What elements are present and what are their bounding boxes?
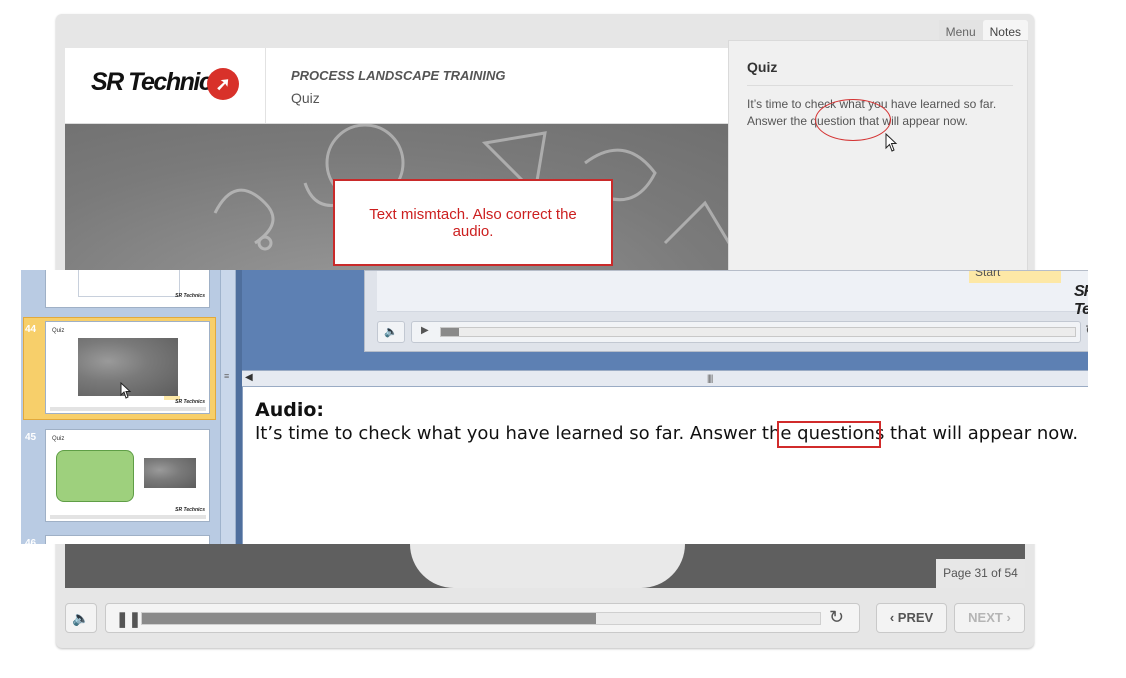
start-button-preview: Start — [969, 270, 1061, 283]
scroll-grip-icon[interactable]: ≡ — [224, 372, 232, 388]
speaker-notes-pane[interactable]: Audio: It’s time to check what you have … — [242, 387, 1088, 544]
notes-divider — [747, 85, 1013, 86]
chevron-right-icon: › — [1006, 610, 1011, 625]
replay-icon[interactable]: ↻ — [829, 607, 844, 628]
preview-logo: SR Te — [1074, 283, 1088, 318]
next-label: NEXT — [968, 610, 1003, 625]
progress-fill — [142, 613, 597, 624]
notes-panel: Quiz It’s time to check what you have le… — [728, 40, 1028, 282]
course-subtitle: Quiz — [291, 90, 320, 106]
preview-progress-fill — [441, 328, 459, 336]
prev-label: PREV — [897, 610, 934, 625]
thumb-logo: SR Technics — [175, 293, 205, 299]
powerpoint-window: SR Technics 44 Quiz SR Technics 45 Quiz … — [21, 270, 1088, 544]
pane-scrollbar[interactable]: ≡ — [220, 270, 236, 544]
thumb-title: Quiz — [52, 328, 65, 334]
volume-button[interactable]: 🔈 — [65, 603, 97, 633]
logo-area: SR Technics ➚ — [65, 48, 266, 123]
mouse-cursor-icon — [120, 382, 132, 399]
annotation-highlight-box — [777, 421, 881, 448]
slide-thumbnail-pane: SR Technics 44 Quiz SR Technics 45 Quiz … — [21, 270, 236, 544]
page-indicator: Page 31 of 54 — [936, 559, 1025, 588]
preview-seek-bar: ▶ — [411, 321, 1081, 343]
mouse-cursor-icon — [885, 133, 898, 152]
thumb-content — [78, 270, 180, 297]
pause-icon[interactable]: ❚❚ — [116, 610, 141, 628]
thumb-title: Quiz — [52, 436, 65, 442]
thumb-image — [144, 458, 196, 488]
scroll-grip-icon[interactable]: |||| — [707, 373, 713, 383]
slide-editing-stage: Start SR Te 🔈 ▶ ↻ — [242, 270, 1088, 370]
thumb-controls — [50, 407, 206, 411]
annotation-circle — [815, 99, 891, 141]
notes-title: Quiz — [747, 59, 778, 75]
slide-thumbnail-44[interactable]: Quiz SR Technics — [45, 321, 210, 414]
slide-thumbnail[interactable]: SR Technics — [45, 270, 210, 308]
preview-progress-track — [440, 327, 1076, 337]
slide-preview: Start SR Te 🔈 ▶ ↻ — [364, 270, 1088, 352]
thumb-controls — [50, 515, 206, 519]
presenter-figure — [410, 544, 685, 588]
scroll-left-icon[interactable]: ◀ — [245, 372, 253, 383]
audio-label: Audio: — [255, 399, 324, 421]
preview-play-icon: ▶ — [421, 325, 429, 336]
next-button[interactable]: NEXT › — [954, 603, 1025, 633]
sr-technics-logo-icon: ➚ — [207, 68, 239, 100]
slide-number: 46 — [25, 538, 37, 544]
slide-number: 44 — [25, 324, 37, 335]
thumb-logo: SR Technics — [175, 399, 205, 405]
seek-bar[interactable]: ❚❚ ↻ — [105, 603, 860, 633]
annotation-callout: Text mismtach. Also correct the audio. — [333, 179, 613, 266]
speaker-icon: 🔈 — [72, 610, 90, 626]
horizontal-scrollbar[interactable]: ◀ |||| — [242, 370, 1088, 387]
slide-thumbnail[interactable] — [45, 535, 210, 544]
progress-track[interactable] — [141, 612, 821, 625]
logo-text: SR Technics — [91, 68, 225, 96]
audio-script-text[interactable]: It’s time to check what you have learned… — [255, 423, 1078, 444]
slide-number: 45 — [25, 432, 37, 443]
preview-volume-icon: 🔈 — [377, 321, 405, 343]
chevron-left-icon: ‹ — [889, 610, 895, 625]
prev-button[interactable]: ‹ PREV — [876, 603, 947, 633]
preview-replay-icon: ↻ — [1085, 322, 1088, 339]
thumb-logo: SR Technics — [175, 507, 205, 513]
slide-bottom-strip — [65, 544, 1025, 588]
course-title: PROCESS LANDSCAPE TRAINING — [291, 68, 506, 83]
thumb-quiz-box — [56, 450, 134, 502]
slide-thumbnail-45[interactable]: Quiz SR Technics — [45, 429, 210, 522]
